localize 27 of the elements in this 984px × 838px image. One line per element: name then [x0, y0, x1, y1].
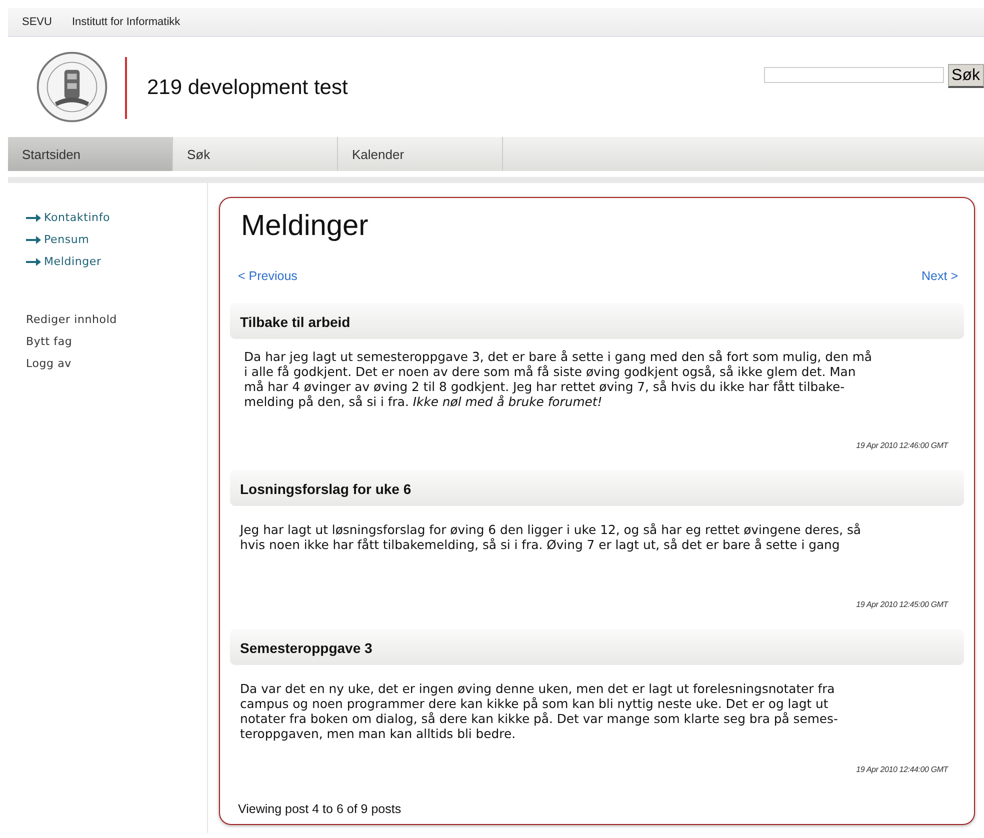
site-title: 219 development test — [147, 75, 348, 100]
post-text: Da har jeg lagt ut semesteroppgave 3, det er bare å sette i gang med den så fort som mulig, den må i alle få godkjent. Det er noen av dere som må få siste øving godkjent også, så ikke glem det. Man må har 4 øvinger av øving 2 til 8 godkjent. Jeg har rettet øving 7, så hvis du ikke har fått tilbake- melding på den, så si i fra. Ikke nøl med å bruke forumet! — [243, 348, 874, 409]
search-field[interactable] — [764, 67, 944, 83]
post-text: Jeg har lagt ut løsningsforslag for øving 6 den ligger i uke 12, og så har eg rettet øvingene deres, så hvis noen ikke har fått tilbakemelding, så si i fra. Øving 7 er lagt ut, så det er bare å sette i gang — [238, 521, 862, 552]
previous-link[interactable]: < Previous — [238, 269, 298, 283]
post-date: 19 Apr 2010 12:46:00 GMT — [855, 440, 950, 450]
post-title: Tilbake til arbeid — [230, 303, 964, 339]
sidebar-link[interactable]: Kontaktinfo — [44, 211, 110, 224]
sidebar-link[interactable]: Bytt fag — [26, 335, 207, 348]
nav-tab[interactable]: Søk — [173, 137, 338, 171]
sidebar-link[interactable]: Meldinger — [44, 255, 102, 268]
sidebar-link[interactable]: Logg av — [26, 357, 207, 370]
sidebar-link[interactable]: Rediger innhold — [26, 313, 207, 326]
post-title: Losningsforslag for uke 6 — [230, 470, 964, 506]
post-date: 19 Apr 2010 12:44:00 GMT — [855, 764, 950, 774]
post-text: Da var det en ny uke, det er ingen øving denne uken, men det er lagt ut forelesningsnotater fra campus og noen programmer dere kan kikke på som kan bli nyttig neste uke. Det er og lagt ut notater fra boken om dialog, så dere kan kikke på. Det var mange som klarte seg bra på semes- teroppgaven, men man kan alltids bli bedre. — [239, 680, 839, 741]
post-count: Viewing post 4 to 6 of 9 posts — [238, 802, 402, 816]
top-link[interactable]: SEVU — [22, 16, 52, 28]
top-link[interactable]: Institutt for Informatikk — [72, 16, 180, 28]
nav-tab[interactable]: Startsiden — [8, 137, 173, 171]
nav-tab[interactable]: Kalender — [338, 137, 503, 171]
post-title: Semesteroppgave 3 — [230, 629, 964, 665]
next-link[interactable]: Next > — [922, 269, 958, 283]
sidebar-link[interactable]: Pensum — [44, 233, 90, 246]
post-date: 19 Apr 2010 12:45:00 GMT — [855, 599, 950, 609]
search-button[interactable]: Søk — [948, 64, 984, 88]
page-heading: Meldinger — [241, 210, 370, 243]
